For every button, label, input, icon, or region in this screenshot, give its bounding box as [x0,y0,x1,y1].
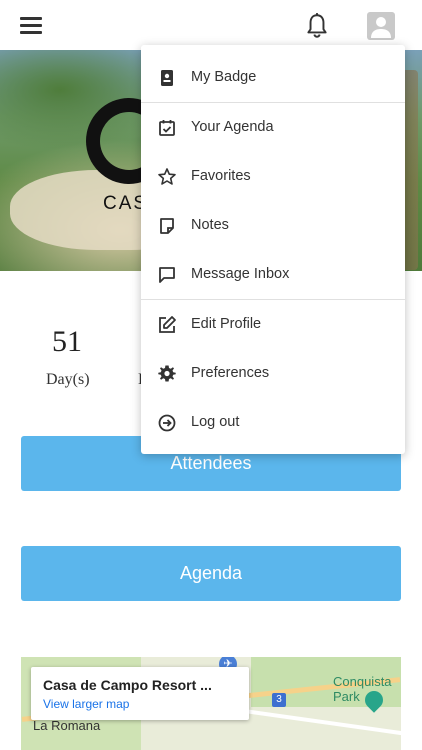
embedded-map[interactable]: ✈ 3 Conquista Park La Romana Casa de Cam… [21,657,401,750]
badge-icon [157,68,177,88]
highway-shield: 3 [272,693,286,707]
map-place-title: Casa de Campo Resort ... [43,677,212,693]
user-avatar[interactable] [367,12,395,40]
menu-item-label: Message Inbox [191,266,290,282]
map-place-card: Casa de Campo Resort ... View larger map [31,667,249,720]
agenda-button[interactable]: Agenda [21,546,401,601]
hamburger-icon[interactable] [20,14,44,36]
menu-item-message-inbox[interactable]: Message Inbox [141,250,405,299]
menu-item-log-out[interactable]: Log out [141,398,405,447]
note-icon [157,216,177,236]
edit-icon [157,315,177,335]
bell-icon[interactable] [304,12,330,40]
countdown-days-value: 51 [52,325,82,358]
menu-item-notes[interactable]: Notes [141,201,405,250]
map-town-label: La Romana [33,718,101,733]
menu-item-my-badge[interactable]: My Badge [141,53,405,102]
menu-item-edit-profile[interactable]: Edit Profile [141,300,405,349]
menu-item-label: Edit Profile [191,316,262,332]
profile-dropdown-menu: My Badge Your Agenda Favorites Notes Mes… [141,45,405,454]
countdown-days-label: Day(s) [46,371,90,388]
menu-item-label: Log out [191,414,240,430]
menu-item-preferences[interactable]: Preferences [141,349,405,398]
menu-item-label: Favorites [191,168,251,184]
menu-item-label: Notes [191,217,229,233]
view-larger-map-link[interactable]: View larger map [43,697,237,711]
calendar-check-icon [157,118,177,138]
menu-item-label: Preferences [191,365,270,381]
menu-item-label: My Badge [191,69,257,85]
logout-icon [157,413,177,433]
top-bar [0,0,422,50]
star-icon [157,167,177,187]
message-icon [157,265,177,285]
menu-item-your-agenda[interactable]: Your Agenda [141,103,405,152]
gear-icon [157,364,177,384]
menu-item-label: Your Agenda [191,119,274,135]
menu-item-favorites[interactable]: Favorites [141,152,405,201]
